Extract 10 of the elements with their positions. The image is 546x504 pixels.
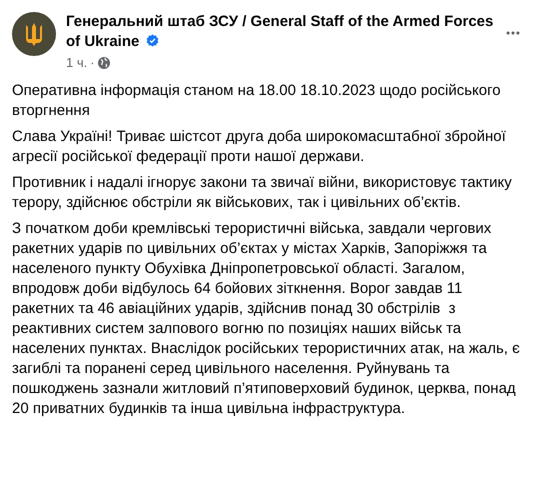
- separator-dot: ·: [90, 55, 95, 70]
- post-paragraph: З початком доби кремлівські терористичні війська, завдали чергових ракетних ударів по цивільних об’єктах у містах Харків, Запоріжжя та населеного пункту Обухівка Дніпропетровської області. Загалом, впродовж доби відбулось 64 бойових зіткнення. Ворог завдав 11 ракетних та 46 авіаційних ударів, здійснив понад 30 обстрілів з реактивних систем залпового вогню по позиціях наших військ та населених пунктах. Внаслідок російських терористичних атак, на жаль, є загиблі та поранені серед цивільного населення. Руйнувань та пошкоджень зазнали житловий п’ятиповерховий будинок, церква, понад 20 приватних будинків та інша цивільна інфраструктура.: [12, 219, 521, 419]
- post-paragraph: Слава Україні! Триває шістсот друга доба широкомасштабної збройної агресії російської федерації проти нашої держави.: [12, 127, 507, 167]
- post-paragraph: Оперативна інформація станом на 18.00 18.10.2023 щодо російського вторгнення: [12, 81, 502, 121]
- post-paragraph: Противник і надалі ігнорує закони та звичаї війни, використовує тактику терору, здійснює обстріли як військових, так і цивільних об’єктів.: [12, 173, 513, 213]
- trident-avatar-icon[interactable]: [12, 12, 56, 56]
- page-name-link[interactable]: Генеральний штаб ЗСУ / General Staff of the Armed Forces of Ukraine: [66, 12, 506, 52]
- globe-icon: [98, 56, 110, 68]
- more-options-icon[interactable]: [506, 30, 520, 36]
- post-time-link[interactable]: 1 ч.: [66, 55, 88, 70]
